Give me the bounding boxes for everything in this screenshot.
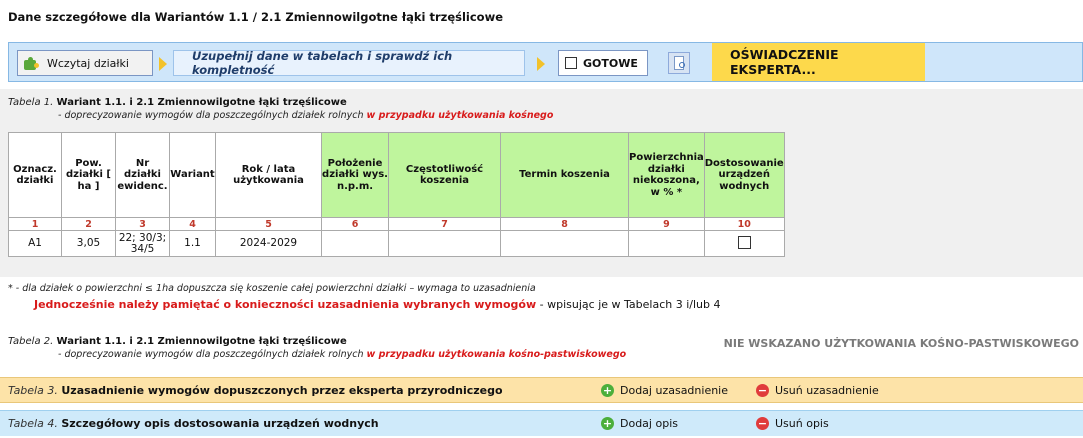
col-number: 10 xyxy=(703,217,785,231)
col-number: 8 xyxy=(500,217,629,231)
toolbar: Wczytaj działki Uzupełnij dane w tabelac… xyxy=(8,42,1083,82)
remove-justification-label: Usuń uzasadnienie xyxy=(775,383,879,397)
remove-justification-button[interactable]: − Usuń uzasadnienie xyxy=(756,383,879,397)
col-header: Położenie działki wys. n.p.m. xyxy=(321,132,389,218)
col-number: 5 xyxy=(215,217,322,231)
arrow-right-icon xyxy=(159,57,167,71)
subcaption-text: - doprecyzowanie wymogów dla poszczególn… xyxy=(58,349,364,360)
table4-caption: Tabela 4. Szczegółowy opis dostosowania … xyxy=(8,417,379,430)
table2-empty-notice: NIE WSKAZANO UŻYTKOWANIA KOŚNO-PASTWISKO… xyxy=(723,337,1079,350)
col-header: Termin koszenia xyxy=(500,132,629,218)
puzzle-icon xyxy=(24,56,39,70)
table1-caption: Tabela 1. Wariant 1.1. i 2.1 Zmiennowilg… xyxy=(8,97,347,108)
parcel-id-cell[interactable]: A1 xyxy=(8,230,62,257)
table2-caption: Tabela 2. Wariant 1.1. i 2.1 Zmiennowilg… xyxy=(8,336,347,347)
caption-num: 1. xyxy=(43,97,54,108)
table3-caption: Tabela 3. Uzasadnienie wymogów dopuszczo… xyxy=(8,384,503,397)
add-justification-label: Dodaj uzasadnienie xyxy=(620,383,729,397)
col-header: Pow. działki [ ha ] xyxy=(61,132,116,218)
mowing-frequency-cell[interactable] xyxy=(388,230,501,257)
col-number: 3 xyxy=(115,217,170,231)
expert-statement-button[interactable]: OŚWIADCZENIE EKSPERTA... xyxy=(712,43,925,81)
load-parcels-button[interactable]: Wczytaj działki xyxy=(17,50,153,76)
col-header: Częstotliwość koszenia xyxy=(388,132,501,218)
caption-prefix: Tabela xyxy=(8,97,41,108)
ready-checkbox-button[interactable]: GOTOWE xyxy=(558,50,648,76)
caption-prefix: Tabela xyxy=(8,336,41,347)
magnifier-icon xyxy=(679,62,685,68)
reminder-rest: - wpisując je w Tabelach 3 i/lub 4 xyxy=(536,298,721,311)
unmown-area-cell[interactable] xyxy=(628,230,705,257)
reminder-note: Jednocześnie należy pamiętać o konieczno… xyxy=(34,298,720,311)
col-header: Oznacz. działki xyxy=(8,132,62,218)
col-header: Wariant xyxy=(169,132,216,218)
col-number: 7 xyxy=(388,217,501,231)
parcel-register-cell[interactable]: 22; 30/3; 34/5 xyxy=(115,230,170,257)
minus-circle-icon: − xyxy=(756,417,769,430)
ready-checkbox[interactable] xyxy=(565,57,577,69)
document-preview-button[interactable] xyxy=(668,52,690,74)
reminder-red: Jednocześnie należy pamiętać o konieczno… xyxy=(34,298,537,311)
col-header: Powierzchnia działki niekoszona, w % * xyxy=(628,132,705,218)
header-row: Oznacz. działki Pow. działki [ ha ] Nr d… xyxy=(8,132,785,218)
add-justification-button[interactable]: + Dodaj uzasadnienie xyxy=(601,383,729,397)
col-number: 9 xyxy=(628,217,705,231)
load-parcels-label: Wczytaj działki xyxy=(47,56,129,70)
col-number: 6 xyxy=(321,217,389,231)
mowing-date-cell[interactable] xyxy=(500,230,629,257)
col-number: 2 xyxy=(61,217,116,231)
table2-subcaption: - doprecyzowanie wymogów dla poszczególn… xyxy=(58,349,626,360)
subcaption-red: w przypadku użytkowania kośnego xyxy=(366,110,554,121)
caption-title: Wariant 1.1. i 2.1 Zmiennowilgotne łąki … xyxy=(56,97,347,108)
col-header: Dostosowanie urządzeń wodnych xyxy=(703,132,785,218)
water-devices-cell[interactable] xyxy=(703,230,785,257)
variant-cell[interactable]: 1.1 xyxy=(169,230,216,257)
table4-bar: Tabela 4. Szczegółowy opis dostosowania … xyxy=(0,410,1083,436)
elevation-cell[interactable] xyxy=(321,230,389,257)
plus-circle-icon: + xyxy=(601,417,614,430)
years-cell[interactable]: 2024-2029 xyxy=(215,230,322,257)
caption-prefix: Tabela xyxy=(8,383,44,397)
table1-grid: Oznacz. działki Pow. działki [ ha ] Nr d… xyxy=(8,132,785,257)
minus-circle-icon: − xyxy=(756,383,769,397)
arrow-right-icon xyxy=(537,57,545,71)
caption-title: Szczegółowy opis dostosowania urządzeń w… xyxy=(61,417,379,430)
page-title: Dane szczegółowe dla Wariantów 1.1 / 2.1… xyxy=(8,10,504,24)
column-number-row: 1 2 3 4 5 6 7 8 9 10 xyxy=(8,217,785,231)
col-number: 1 xyxy=(8,217,62,231)
step-instruction: Uzupełnij dane w tabelach i sprawdź ich … xyxy=(173,49,525,77)
table-row: A1 3,05 22; 30/3; 34/5 1.1 2024-2029 xyxy=(8,230,785,257)
footnote: * - dla działek o powierzchni ≤ 1ha dopu… xyxy=(8,283,536,294)
table1-subcaption: - doprecyzowanie wymogów dla poszczególn… xyxy=(58,110,553,121)
caption-title: Wariant 1.1. i 2.1 Zmiennowilgotne łąki … xyxy=(56,336,347,347)
caption-num: 3. xyxy=(47,383,58,397)
water-devices-checkbox[interactable] xyxy=(737,235,751,249)
plus-circle-icon: + xyxy=(601,383,614,397)
col-header: Nr działki ewidenc. xyxy=(115,132,170,218)
remove-description-label: Usuń opis xyxy=(775,417,829,430)
ready-label: GOTOWE xyxy=(583,56,638,70)
remove-description-button[interactable]: − Usuń opis xyxy=(756,417,829,430)
parcel-area-cell[interactable]: 3,05 xyxy=(61,230,116,257)
add-description-label: Dodaj opis xyxy=(620,417,678,430)
table3-bar: Tabela 3. Uzasadnienie wymogów dopuszczo… xyxy=(0,377,1083,403)
add-description-button[interactable]: + Dodaj opis xyxy=(601,417,678,430)
subcaption-text: - doprecyzowanie wymogów dla poszczególn… xyxy=(58,110,364,121)
caption-num: 2. xyxy=(43,336,54,347)
caption-title: Uzasadnienie wymogów dopuszczonych przez… xyxy=(61,383,503,397)
caption-num: 4. xyxy=(47,417,58,430)
subcaption-red: w przypadku użytkowania kośno-pastwiskow… xyxy=(366,349,627,360)
caption-prefix: Tabela xyxy=(8,417,44,430)
col-number: 4 xyxy=(169,217,216,231)
col-header: Rok / lata użytkowania xyxy=(215,132,322,218)
